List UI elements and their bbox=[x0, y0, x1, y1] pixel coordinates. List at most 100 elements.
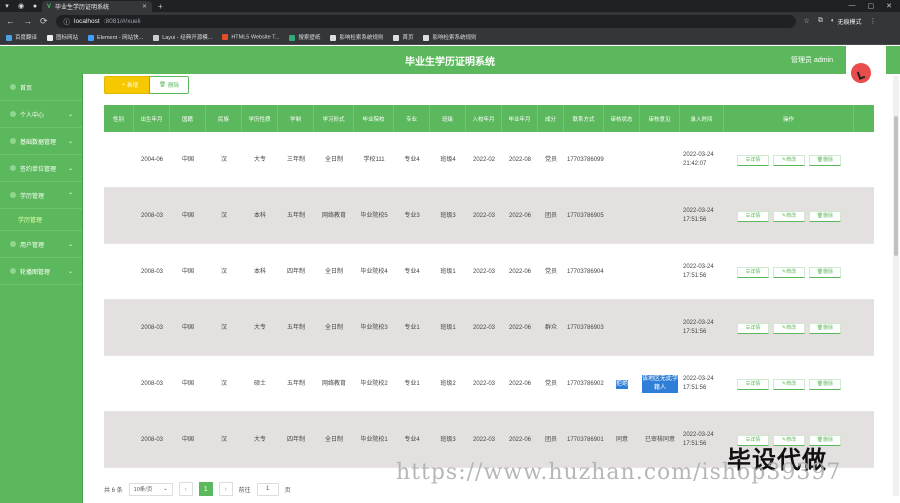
column-header[interactable]: 性别 bbox=[104, 105, 134, 132]
site-info-icon[interactable]: ⓘ bbox=[64, 16, 71, 26]
row-delete-button[interactable]: 🗑 删除 bbox=[809, 378, 841, 390]
column-header[interactable]: 出生年月 bbox=[134, 105, 170, 132]
column-header[interactable]: 审核意见 bbox=[640, 105, 680, 132]
sidebar-item-carousel[interactable]: 轮播图管理 ⌄ bbox=[0, 258, 82, 285]
column-header[interactable]: 联系方式 bbox=[564, 105, 604, 132]
page-size-select[interactable]: 10条/页 ⌄ bbox=[128, 482, 173, 496]
bookmark-item[interactable]: 搜索壁纸 bbox=[289, 33, 320, 41]
close-window-icon[interactable]: ✕ bbox=[886, 2, 892, 10]
column-header[interactable]: 录入时间 bbox=[680, 105, 724, 132]
edit-button[interactable]: ✎ 修改 bbox=[773, 154, 805, 166]
table-row[interactable]: 2008-03 中国 汉 硕士 五年制 网络教育 毕业院校2 专业1 班级2 2022-03 202… bbox=[104, 356, 874, 412]
delete-button[interactable]: 🗑 删除 bbox=[149, 76, 189, 94]
sidebar-item-users[interactable]: 用户管理 ⌄ bbox=[0, 231, 82, 258]
cell-text: 全日制 bbox=[324, 268, 343, 275]
cell-text: 汉 bbox=[220, 380, 227, 387]
edit-button[interactable]: ✎ 修改 bbox=[773, 322, 805, 334]
bookmark-star-icon[interactable]: ☆ bbox=[804, 17, 810, 25]
minimize-icon[interactable]: — bbox=[849, 2, 856, 10]
table-cell: 大专 bbox=[242, 300, 278, 356]
sidebar-item-basedata[interactable]: 基础数据管理 ⌄ bbox=[0, 128, 82, 155]
bookmark-item[interactable]: 首页 bbox=[393, 33, 413, 41]
table-cell bbox=[604, 244, 640, 300]
cell-text: 毕业院校2 bbox=[360, 380, 388, 387]
detail-button[interactable]: ☰ 详情 bbox=[737, 266, 769, 278]
bookmark-item[interactable]: 图标网站 bbox=[47, 33, 78, 41]
column-header[interactable]: 专业 bbox=[394, 105, 430, 132]
new-tab-icon[interactable]: + bbox=[158, 2, 163, 11]
detail-button[interactable]: ☰ 详情 bbox=[737, 378, 769, 390]
row-actions: ☰ 详情 ✎ 修改 🗑 删除 bbox=[724, 356, 854, 412]
row-delete-button[interactable]: 🗑 删除 bbox=[809, 266, 841, 278]
cell-text: 群众 bbox=[544, 324, 557, 331]
action-label: 详情 bbox=[750, 156, 761, 163]
table-row[interactable]: 2004-06 中国 汉 大专 三年制 全日制 学校111 专业4 班级4 2022-02 2022… bbox=[104, 132, 874, 188]
scrollbar-thumb[interactable] bbox=[894, 116, 898, 256]
table-cell bbox=[640, 244, 680, 300]
reload-icon[interactable]: ⟳ bbox=[40, 16, 48, 27]
page-number[interactable]: 1 bbox=[198, 482, 213, 496]
column-header[interactable]: 班级 bbox=[430, 105, 466, 132]
column-header[interactable]: 操作 bbox=[724, 105, 854, 132]
edit-button[interactable]: ✎ 修改 bbox=[773, 266, 805, 278]
cell-text: 五年制 bbox=[286, 212, 305, 219]
incognito-badge[interactable]: ◐ 无痕模式 bbox=[831, 17, 862, 26]
row-delete-button[interactable]: 🗑 删除 bbox=[809, 154, 841, 166]
bookmark-item[interactable]: 影响检索系统规则 bbox=[330, 33, 383, 41]
column-header[interactable]: 学习形式 bbox=[314, 105, 354, 132]
cell-text: 2022-03-24 17:51:56 bbox=[683, 208, 714, 223]
cell-text: 2022-06 bbox=[508, 380, 532, 387]
column-header[interactable]: 审核状态 bbox=[604, 105, 640, 132]
table-row[interactable]: 2008-03 中国 汉 本科 五年制 网络教育 毕业院校5 专业3 班级3 2022-03 202… bbox=[104, 188, 874, 244]
sidebar-item-home[interactable]: 首页 bbox=[0, 74, 82, 101]
extensions-icon[interactable]: ⧉ bbox=[818, 17, 823, 25]
column-header[interactable]: 学制 bbox=[278, 105, 314, 132]
sidebar-item-education[interactable]: 学历管理 ⌃ bbox=[0, 182, 82, 209]
edit-button[interactable]: ✎ 修改 bbox=[773, 378, 805, 390]
close-tab-icon[interactable]: ✕ bbox=[142, 3, 147, 10]
cell-text: 硕士 bbox=[253, 380, 266, 387]
row-delete-button[interactable]: 🗑 删除 bbox=[809, 210, 841, 222]
cell-text: 网络教育 bbox=[321, 212, 346, 219]
maximize-icon[interactable]: ▢ bbox=[868, 2, 875, 10]
row-delete-button[interactable]: 🗑 删除 bbox=[809, 322, 841, 334]
column-header[interactable]: 民族 bbox=[206, 105, 242, 132]
sidebar-item-company[interactable]: 签约单位管理 ⌄ bbox=[0, 155, 82, 182]
sidebar-item-profile[interactable]: 个人中心 ⌄ bbox=[0, 101, 82, 128]
row-actions: ☰ 详情 ✎ 修改 🗑 删除 bbox=[724, 188, 854, 244]
back-icon[interactable]: ← bbox=[6, 16, 15, 26]
bookmark-item[interactable]: Element - 网站快... bbox=[88, 33, 143, 41]
cell-text: 党员 bbox=[544, 156, 557, 163]
prev-page-button[interactable]: ‹ bbox=[178, 482, 193, 496]
bookmark-item[interactable]: 百度翻译 bbox=[6, 33, 37, 41]
column-header[interactable]: 入校年月 bbox=[466, 105, 502, 132]
goto-page-input[interactable]: 1 bbox=[256, 482, 279, 496]
column-header[interactable]: 毕业院校 bbox=[354, 105, 394, 132]
trash-icon: 🗑 bbox=[159, 82, 166, 88]
column-header[interactable]: 国籍 bbox=[170, 105, 206, 132]
url-input[interactable]: ⓘ localhost:8081/#/xueli bbox=[55, 14, 796, 28]
sidebar-subitem-education[interactable]: 学历管理 bbox=[0, 209, 82, 231]
bookmark-item[interactable]: Layui - 经典开源模... bbox=[153, 33, 212, 41]
column-header[interactable]: 毕业年月 bbox=[502, 105, 538, 132]
tab-search-icon[interactable]: ▾ bbox=[0, 2, 14, 10]
next-page-button[interactable]: › bbox=[218, 482, 233, 496]
menu-icon[interactable]: ⋮ bbox=[869, 17, 876, 25]
browser-tab[interactable]: V 毕业生学历证明系统 ✕ bbox=[42, 1, 152, 12]
vertical-scrollbar[interactable] bbox=[893, 76, 899, 496]
bookmark-item[interactable]: 影响检索系统规则 bbox=[423, 33, 476, 41]
table-cell: 2022-03 bbox=[466, 188, 502, 244]
detail-button[interactable]: ☰ 详情 bbox=[737, 154, 769, 166]
column-header[interactable]: 学历性质 bbox=[242, 105, 278, 132]
column-header[interactable]: 成分 bbox=[538, 105, 564, 132]
edit-button[interactable]: ✎ 修改 bbox=[773, 210, 805, 222]
table-row[interactable]: 2008-03 中国 汉 本科 四年制 全日制 毕业院校4 专业4 班级1 2022-03 2022… bbox=[104, 244, 874, 300]
table-row[interactable]: 2008-03 中国 汉 大专 五年制 全日制 毕业院校3 专业1 班级1 2022-03 2022… bbox=[104, 300, 874, 356]
admin-label[interactable]: 管理员 admin bbox=[791, 55, 833, 65]
bookmark-item[interactable]: HTML5 Website T... bbox=[222, 33, 279, 40]
forward-icon[interactable]: → bbox=[23, 16, 32, 26]
detail-button[interactable]: ☰ 详情 bbox=[737, 210, 769, 222]
detail-button[interactable]: ☰ 详情 bbox=[737, 322, 769, 334]
table-cell bbox=[104, 412, 134, 468]
table-cell: 群众 bbox=[538, 300, 564, 356]
